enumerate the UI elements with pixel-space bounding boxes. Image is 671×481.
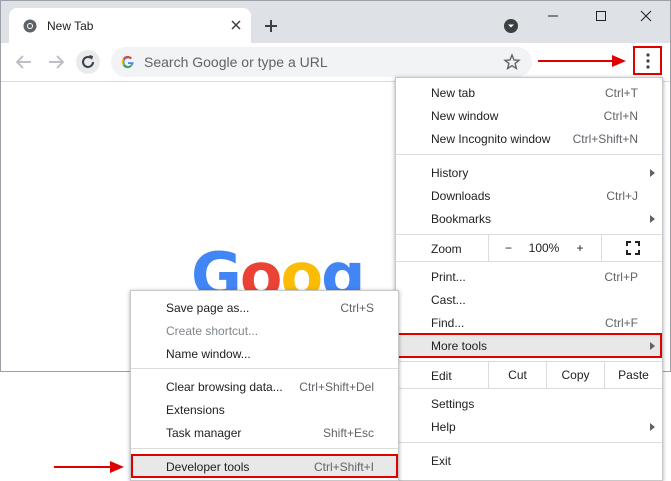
menu-item-task-manager[interactable]: Task manager Shift+Esc [131,421,398,444]
menu-item-shortcut: Ctrl+J [606,189,638,203]
menu-item-save-page-as[interactable]: Save page as... Ctrl+S [131,296,398,319]
menu-divider [131,448,398,449]
tab-new-tab[interactable]: New Tab [9,8,251,43]
menu-item-history[interactable]: History [396,161,662,184]
menu-item-shortcut: Ctrl+T [605,86,638,100]
menu-item-shortcut: Ctrl+Shift+N [572,132,638,146]
edit-label: Edit [431,369,452,383]
paste-button[interactable]: Paste [604,362,662,388]
menu-item-label: Cast... [431,293,466,307]
forward-arrow-icon[interactable] [44,50,68,74]
menu-item-shortcut: Ctrl+F [605,316,638,330]
menu-item-settings[interactable]: Settings [396,392,662,415]
menu-item-label: New window [431,109,499,123]
chrome-menu-button[interactable] [633,46,662,75]
menu-item-cast[interactable]: Cast... [396,288,662,311]
zoom-row: Zoom − 100% + [396,235,662,261]
menu-item-label: Help [431,420,456,434]
menu-item-shortcut: Ctrl+N [603,109,638,123]
menu-item-label: Bookmarks [431,212,492,226]
menu-item-shortcut: Shift+Esc [322,426,374,440]
menu-item-bookmarks[interactable]: Bookmarks [396,207,662,230]
menu-item-label: Exit [431,454,452,468]
cut-button[interactable]: Cut [488,362,546,388]
menu-divider [131,368,398,369]
menu-item-create-shortcut: Create shortcut... [131,319,398,342]
red-arrow-icon [538,55,626,67]
menu-item-label: Clear browsing data... [166,380,283,394]
menu-item-label: Extensions [166,403,225,417]
google-g-icon [121,55,134,69]
menu-item-shortcut: Ctrl+P [604,270,638,284]
zoom-label: Zoom [431,242,462,256]
menu-item-label: New Incognito window [431,132,551,146]
menu-item-label: Print... [431,270,466,284]
menu-item-shortcut: Ctrl+Shift+I [313,460,374,474]
chrome-main-menu: New tab Ctrl+T New window Ctrl+N New Inc… [395,77,663,481]
menu-item-extensions[interactable]: Extensions [131,398,398,421]
chevron-right-icon [650,215,655,223]
fullscreen-icon [626,241,640,255]
menu-item-label: Find... [431,316,465,330]
address-bar[interactable]: Search Google or type a URL [111,47,532,77]
copy-button[interactable]: Copy [546,362,604,388]
menu-item-label: Downloads [431,189,491,203]
menu-item-clear-browsing-data[interactable]: Clear browsing data... Ctrl+Shift+Del [131,375,398,398]
tab-search-icon[interactable] [503,18,519,34]
close-window-icon[interactable] [635,7,657,25]
fullscreen-button[interactable] [601,235,664,261]
menu-item-shortcut: Ctrl+Shift+Del [299,380,374,394]
reload-icon[interactable] [76,50,100,74]
menu-item-new-window[interactable]: New window Ctrl+N [396,104,662,127]
zoom-out-button[interactable]: − [488,235,528,261]
menu-item-help[interactable]: Help [396,415,662,438]
menu-item-more-tools[interactable]: More tools [396,333,662,358]
menu-divider [396,154,662,155]
new-tab-plus-icon[interactable] [262,17,280,35]
zoom-level: 100% [528,241,560,255]
chevron-right-icon [650,423,655,431]
menu-item-label: Create shortcut... [166,324,259,338]
menu-item-new-tab[interactable]: New tab Ctrl+T [396,81,662,104]
menu-divider [396,442,662,443]
menu-item-label: Developer tools [166,460,250,474]
menu-item-downloads[interactable]: Downloads Ctrl+J [396,184,662,207]
maximize-icon[interactable] [590,7,612,25]
menu-item-new-incognito-window[interactable]: New Incognito window Ctrl+Shift+N [396,127,662,150]
tab-title: New Tab [47,19,94,33]
menu-item-developer-tools[interactable]: Developer tools Ctrl+Shift+I [131,454,398,478]
edit-row: Edit Cut Copy Paste [396,362,662,388]
menu-item-shortcut: Ctrl+S [340,301,374,315]
menu-item-label: More tools [431,339,488,353]
menu-item-label: Task manager [166,426,242,440]
chevron-right-icon [650,169,655,177]
menu-item-label: Settings [431,397,475,411]
bookmark-star-icon[interactable] [503,53,521,71]
menu-divider [396,261,662,262]
menu-divider [396,388,662,389]
tab-strip: New Tab [1,1,670,43]
back-arrow-icon[interactable] [12,50,36,74]
red-arrow-icon [54,461,124,473]
menu-item-print[interactable]: Print... Ctrl+P [396,265,662,288]
menu-item-exit[interactable]: Exit [396,449,662,472]
zoom-in-button[interactable]: + [562,235,598,261]
menu-item-label: Name window... [166,347,251,361]
chevron-right-icon [650,342,655,350]
menu-item-label: History [431,166,469,180]
menu-item-find[interactable]: Find... Ctrl+F [396,311,662,334]
more-tools-submenu: Save page as... Ctrl+S Create shortcut..… [130,290,399,481]
chrome-icon [23,19,37,33]
menu-item-label: New tab [431,86,476,100]
three-dots-vertical-icon [646,53,650,69]
minimize-icon[interactable] [542,7,564,25]
menu-item-label: Save page as... [166,301,250,315]
menu-item-name-window[interactable]: Name window... [131,342,398,365]
address-bar-placeholder: Search Google or type a URL [144,54,328,70]
close-tab-icon[interactable] [229,18,243,32]
